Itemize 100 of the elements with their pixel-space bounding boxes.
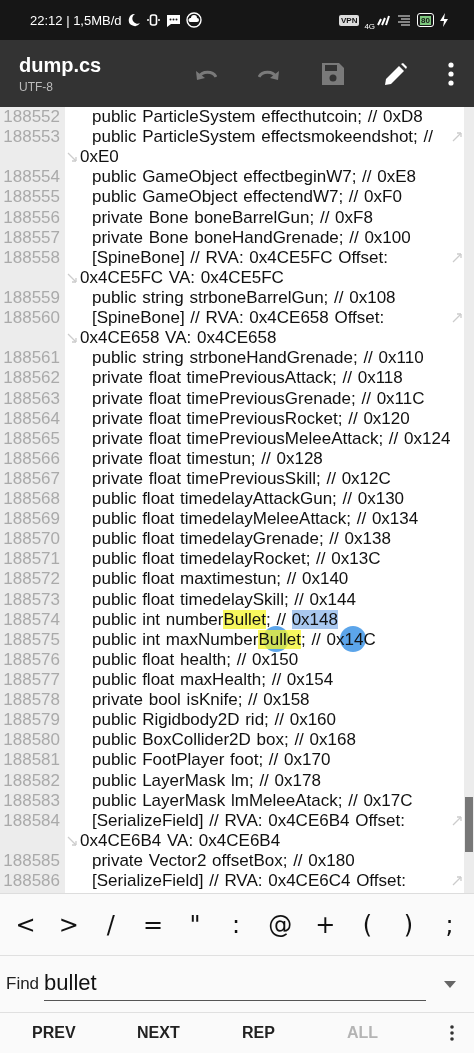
signal-icon [376, 13, 392, 27]
moon-icon [126, 13, 141, 27]
code-line: private float timePreviousAttack; // 0x118 [92, 368, 403, 389]
line-number: 188571 [2, 549, 60, 570]
wrap-icon [66, 151, 78, 164]
code-line: private float timePreviousSkill; // 0x12C [92, 468, 391, 489]
charging-icon [439, 13, 449, 27]
line-number: 188562 [2, 368, 60, 389]
line-number: 188572 [2, 569, 60, 590]
dropdown-icon [444, 980, 456, 988]
scrollbar[interactable] [464, 107, 474, 893]
code-line: private float timePreviousRocket; // 0x120 [92, 408, 410, 429]
code-line: public float maxtimestun; // 0x140 [92, 569, 349, 590]
code-line: [SerializeField] // RVA: 0x4CE6C4 Offset: [92, 871, 406, 891]
code-line: public string strboneHandGrenade; // 0x110 [92, 348, 424, 369]
code-line: public LayerMask lm; // 0x178 [92, 770, 321, 791]
line-number: 188565 [2, 428, 60, 449]
code-line: public GameObject effectendW7; // 0xF0 [92, 187, 402, 208]
find-action-button[interactable]: REP [230, 1016, 335, 1050]
line-number: 188579 [2, 710, 60, 731]
line-number: 188552 [2, 107, 60, 128]
scrollbar-thumb[interactable] [465, 797, 473, 852]
line-number: 188557 [2, 227, 60, 248]
find-label: Find [6, 974, 40, 994]
symbol-key[interactable]: > [52, 906, 85, 943]
battery-level: 80 [420, 15, 431, 25]
wrap-icon [66, 271, 78, 284]
line-number: 188582 [2, 770, 60, 791]
code-line: public ParticleSystem effecthutcoin; // 0xD8 [92, 107, 423, 128]
code-line: 0x4CE6B4 VA: 0x4CE6B4 [80, 830, 281, 851]
code-line: public float timedelayGrenade; // 0x138 [92, 529, 391, 550]
symbol-key[interactable]: : [221, 906, 252, 943]
line-number: 188567 [2, 468, 60, 489]
line-number: 188585 [2, 850, 60, 871]
line-number: 188584 [2, 810, 60, 831]
line-number: 188554 [2, 167, 60, 188]
code-line: private float timestun; // 0x128 [92, 448, 323, 469]
line-number: 188563 [2, 388, 60, 409]
code-line: public GameObject effectbeginW7; // 0xE8 [92, 167, 417, 188]
code-line: public LayerMask lmMeleeAtack; // 0x17C [92, 790, 413, 811]
message-icon [165, 12, 181, 28]
code-line: private float timePreviousGrenade; // 0x11C [92, 388, 425, 409]
code-line: private Bone boneHandGrenade; // 0x100 [92, 227, 411, 248]
symbol-key[interactable]: @ [262, 906, 299, 943]
save-icon [321, 62, 344, 85]
line-number: 188561 [2, 348, 60, 369]
code-line: public ParticleSystem effectsmokeendshot; // [92, 127, 433, 148]
line-number: 188576 [2, 649, 60, 670]
line-number: 188570 [2, 529, 60, 550]
line-number: 188555 [2, 187, 60, 208]
line-number: 188575 [2, 629, 60, 650]
find-field[interactable]: bullet [44, 967, 426, 1001]
code-line: 0xE0 [80, 147, 119, 168]
line-number: 188569 [2, 509, 60, 530]
code-line: public Rigidbody2D rid; // 0x160 [92, 710, 337, 731]
code-line: [SpineBone] // RVA: 0x4CE658 Offset: [92, 308, 385, 329]
symbol-key[interactable]: = [136, 906, 169, 943]
find-action-button[interactable]: PREV [20, 1016, 125, 1050]
code-line: public float timedelayRocket; // 0x13C [92, 549, 381, 570]
wrap-icon [66, 332, 78, 345]
symbol-key[interactable]: ) [393, 906, 424, 943]
code-line: public FootPlayer foot; // 0x170 [92, 750, 331, 771]
code-line: public BoxCollider2D box; // 0x168 [92, 730, 356, 751]
line-number: 188560 [2, 308, 60, 329]
wrap-icon [66, 834, 78, 847]
line-number: 188564 [2, 408, 60, 429]
symbol-key[interactable]: ; [434, 906, 465, 943]
line-number: 188553 [2, 127, 60, 148]
symbol-key[interactable]: " [180, 906, 211, 943]
symbol-key[interactable]: / [95, 906, 126, 943]
code-line: public int numberBullet; // 0x148 [92, 609, 338, 630]
code-line: 0x4CE5FC VA: 0x4CE5FC [80, 267, 284, 288]
line-number: 188566 [2, 448, 60, 469]
weather-icon [185, 12, 202, 28]
network-type: 4G [364, 21, 376, 31]
code-line: public string strboneBarrelGun; // 0x108 [92, 288, 396, 308]
line-number: 188559 [2, 288, 60, 308]
code-line: public float maxHealth; // 0x154 [92, 670, 334, 690]
code-line: private bool isKnife; // 0x158 [92, 690, 310, 711]
more-icon [450, 1025, 454, 1041]
code-line: public float timedelaySkill; // 0x144 [92, 589, 356, 610]
more-icon [448, 61, 454, 86]
data-icon [396, 13, 413, 27]
code-line: private float timePreviousMeleeAttack; // 0x124 [92, 428, 451, 449]
code-line: 0x4CE658 VA: 0x4CE658 [80, 328, 277, 349]
status-time: 22:12 | 1,5MB/d [30, 12, 122, 28]
find-action-button[interactable]: NEXT [125, 1016, 230, 1050]
symbol-key[interactable]: + [309, 906, 342, 943]
code-line: public float timedelayAttackGun; // 0x130 [92, 489, 405, 510]
code-line: private Vector2 offsetBox; // 0x180 [92, 850, 355, 871]
symbol-key[interactable]: < [9, 906, 42, 943]
line-number: 188580 [2, 730, 60, 751]
vpn-badge: VPN [338, 14, 360, 26]
symbol-key[interactable]: ( [352, 906, 383, 943]
line-number: 188581 [2, 750, 60, 771]
line-number: 188577 [2, 670, 60, 690]
line-number: 188583 [2, 790, 60, 811]
mode-icon [145, 13, 161, 27]
file-title: dump.cs [19, 53, 103, 77]
file-encoding: UTF-8 [19, 79, 54, 94]
